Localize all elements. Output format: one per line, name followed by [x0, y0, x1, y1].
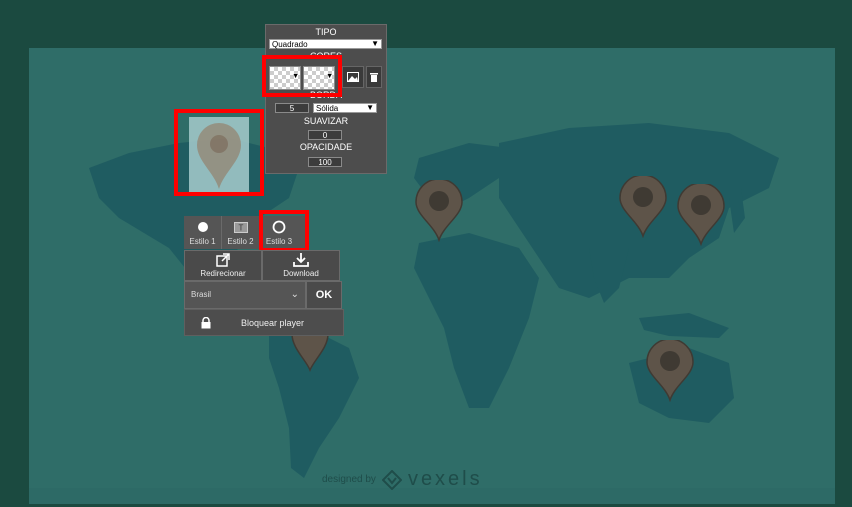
ring-icon [272, 220, 286, 234]
shape-style-panel: TIPO Quadrado ▼ CORES ▼ ▼ BORDA 5 Sólida… [265, 24, 387, 174]
map-pin-south-america[interactable] [290, 334, 330, 372]
lock-icon [201, 316, 211, 328]
vexels-logo-icon [381, 469, 402, 490]
style-2-button[interactable]: T Estilo 2 [222, 216, 260, 249]
chevron-down-icon: ⌄ [290, 289, 299, 300]
border-style-select[interactable]: Sólida ▼ [313, 103, 377, 113]
redirect-button[interactable]: Redirecionar [184, 250, 262, 281]
marker-preview[interactable] [189, 117, 249, 193]
image-button[interactable] [342, 66, 364, 88]
text-box-icon: T [233, 222, 248, 233]
image-icon [347, 72, 359, 82]
style-3-label: Estilo 3 [265, 237, 293, 246]
border-style-value: Sólida [316, 104, 339, 113]
redirect-label: Redirecionar [200, 269, 246, 278]
delete-button[interactable] [366, 66, 382, 88]
external-link-icon [216, 253, 230, 267]
watermark-brand: vexels [407, 468, 483, 490]
lock-player-button[interactable]: Bloquear player [184, 309, 344, 336]
cores-label: CORES [309, 51, 342, 61]
map-pin-asia-2[interactable] [676, 184, 726, 246]
opacidade-input[interactable]: 100 [308, 157, 342, 167]
watermark-prefix: designed by [322, 474, 376, 485]
style-2-label: Estilo 2 [227, 237, 254, 246]
style-1-button[interactable]: Estilo 1 [184, 216, 222, 249]
chevron-down-icon: ▼ [292, 73, 299, 80]
country-row: Brasil ⌄ OK [184, 281, 342, 309]
map-pin-europe[interactable] [414, 180, 464, 242]
world-map [29, 48, 835, 504]
borda-label: BORDA [309, 90, 342, 100]
map-pin-australia[interactable] [645, 340, 695, 402]
filled-circle-icon [197, 222, 208, 232]
suavizar-label: SUAVIZAR [303, 116, 349, 126]
border-color-picker[interactable]: ▼ [303, 66, 335, 90]
border-width-input[interactable]: 5 [275, 103, 309, 113]
action-bar: Redirecionar Download [184, 250, 342, 281]
svg-text:T: T [238, 224, 243, 233]
download-button[interactable]: Download [262, 250, 340, 281]
country-select-value: Brasil [191, 290, 212, 299]
style-3-button[interactable]: Estilo 3 [260, 216, 298, 249]
trash-icon [370, 73, 378, 82]
style-selector: Estilo 1 T Estilo 2 Estilo 3 [184, 216, 306, 249]
chevron-down-icon: ▼ [371, 39, 379, 48]
opacidade-label: OPACIDADE [299, 142, 353, 152]
world-map-land [29, 103, 835, 504]
fill-color-picker[interactable]: ▼ [269, 66, 301, 90]
download-label: Download [283, 269, 319, 278]
map-pin-asia-1[interactable] [618, 176, 668, 238]
chevron-down-icon: ▼ [366, 103, 374, 112]
download-icon [293, 253, 309, 267]
style-1-label: Estilo 1 [189, 237, 216, 246]
preview-pin-icon [197, 123, 241, 189]
lock-player-label: Bloquear player [241, 317, 305, 328]
tipo-label: TIPO [315, 27, 337, 37]
ok-button[interactable]: OK [306, 281, 342, 309]
tipo-select-value: Quadrado [272, 40, 308, 49]
chevron-down-icon: ▼ [326, 73, 333, 80]
vexels-watermark: designed by vexels [322, 468, 483, 491]
tipo-select[interactable]: Quadrado ▼ [269, 39, 382, 49]
country-select[interactable]: Brasil ⌄ [184, 281, 306, 309]
suavizar-input[interactable]: 0 [308, 130, 342, 140]
